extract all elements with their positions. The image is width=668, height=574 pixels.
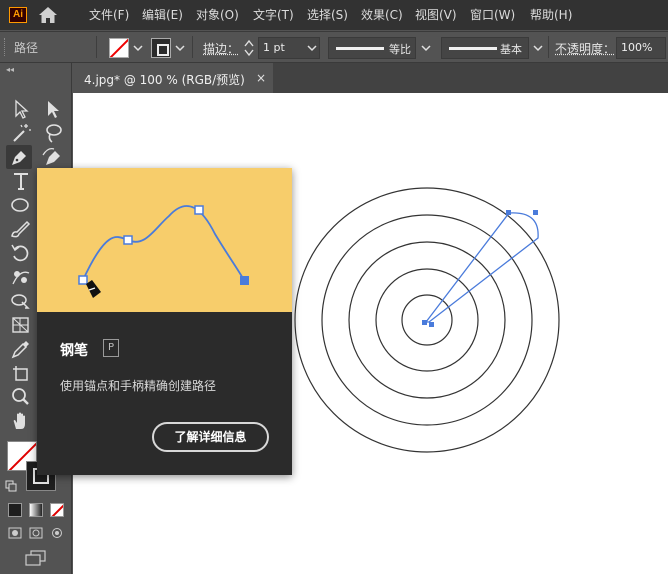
- draw-normal-icon[interactable]: [8, 527, 22, 539]
- draw-inside-icon[interactable]: [50, 527, 64, 539]
- opacity-label[interactable]: 不透明度：: [555, 40, 615, 57]
- brush-chevron-icon[interactable]: [531, 39, 545, 57]
- divider: [548, 36, 549, 58]
- profile-line-preview: [336, 47, 384, 50]
- menu-select[interactable]: 选择(S): [307, 6, 348, 24]
- menu-effect[interactable]: 效果(C): [361, 6, 403, 24]
- menu-edit[interactable]: 编辑(E): [142, 6, 183, 24]
- pen-path: [426, 213, 538, 322]
- profile-chevron-icon[interactable]: [419, 39, 433, 57]
- tooltip-description: 使用锚点和手柄精确创建路径: [60, 377, 216, 394]
- brush-line-preview: [449, 47, 497, 50]
- stroke-label[interactable]: 描边：: [203, 40, 239, 57]
- magic-wand-tool-icon[interactable]: [8, 121, 34, 145]
- variable-width-profile-label: 等比: [389, 41, 411, 57]
- selection-tool-icon[interactable]: [8, 97, 34, 121]
- illustration-anchor: [79, 276, 87, 284]
- shape-builder-tool-icon[interactable]: [8, 289, 34, 313]
- direct-selection-tool-icon[interactable]: [40, 97, 66, 121]
- lasso-tool-icon[interactable]: [40, 121, 66, 145]
- menu-type[interactable]: 文字(T): [253, 6, 294, 24]
- rotate-tool-icon[interactable]: [8, 241, 34, 265]
- document-tab-title: 4.jpg* @ 100 % (RGB/预览): [84, 71, 245, 88]
- stroke-weight-stepper[interactable]: [243, 38, 255, 58]
- selection-type-label: 路径: [14, 39, 38, 56]
- illustration-anchor: [124, 236, 132, 244]
- menu-help[interactable]: 帮助(H): [530, 6, 572, 24]
- close-tab-icon[interactable]: ×: [256, 71, 266, 85]
- stroke-color-swatch[interactable]: [151, 38, 171, 58]
- curvature-tool-icon[interactable]: [40, 145, 66, 169]
- hand-tool-icon[interactable]: [8, 409, 34, 433]
- divider: [192, 36, 193, 58]
- menu-view[interactable]: 视图(V): [415, 6, 457, 24]
- divider: [96, 36, 97, 58]
- illustration-anchor: [195, 206, 203, 214]
- gradient-mode-button[interactable]: [29, 503, 43, 517]
- tooltip-title: 钢笔: [60, 340, 88, 360]
- paintbrush-tool-icon[interactable]: [8, 217, 34, 241]
- artboard-tool-icon[interactable]: [8, 361, 34, 385]
- opacity-input[interactable]: 100%: [616, 37, 666, 59]
- pen-tool-tooltip: 钢笔 P 使用锚点和手柄精确创建路径 了解详细信息: [37, 168, 292, 475]
- menu-file[interactable]: 文件(F): [89, 6, 129, 24]
- learn-more-button[interactable]: 了解详细信息: [152, 422, 269, 452]
- menu-object[interactable]: 对象(O): [196, 6, 239, 24]
- perspective-grid-tool-icon[interactable]: [8, 313, 34, 337]
- menu-window[interactable]: 窗口(W): [470, 6, 515, 24]
- menu-bar: Ai 文件(F) 编辑(E) 对象(O) 文字(T) 选择(S) 效果(C) 视…: [0, 0, 668, 30]
- brush-definition-select[interactable]: 基本: [441, 37, 529, 59]
- document-tab[interactable]: 4.jpg* @ 100 % (RGB/预览) ×: [73, 63, 273, 93]
- change-screen-mode-icon[interactable]: [24, 549, 48, 567]
- stroke-dropdown-chevron-icon[interactable]: [173, 39, 187, 57]
- eyedropper-tool-icon[interactable]: [8, 337, 34, 361]
- pen-tool-icon[interactable]: [6, 145, 32, 169]
- none-mode-button[interactable]: [50, 503, 64, 517]
- control-bar: 路径 描边： 1 pt 等比 基本 不透明度： 100%: [0, 31, 668, 63]
- type-tool-icon[interactable]: [8, 169, 34, 193]
- fill-dropdown-chevron-icon[interactable]: [131, 39, 145, 57]
- brush-definition-label: 基本: [500, 41, 522, 57]
- ellipse-tool-icon[interactable]: [8, 193, 34, 217]
- illustration-anchor-selected: [240, 276, 249, 285]
- collapse-toolbar-icon[interactable]: ◂◂: [6, 65, 14, 74]
- variable-width-profile-select[interactable]: 等比: [328, 37, 416, 59]
- document-tab-strip: 4.jpg* @ 100 % (RGB/预览) ×: [73, 63, 668, 93]
- tooltip-illustration: [37, 168, 292, 312]
- zoom-tool-icon[interactable]: [8, 385, 34, 409]
- panel-grip[interactable]: [4, 38, 6, 56]
- pen-cursor-icon: [86, 280, 101, 298]
- draw-behind-icon[interactable]: [29, 527, 43, 539]
- puppet-warp-tool-icon[interactable]: [8, 265, 34, 289]
- home-icon[interactable]: [38, 6, 58, 24]
- color-mode-button[interactable]: [8, 503, 22, 517]
- stroke-weight-chevron-icon[interactable]: [305, 39, 319, 57]
- swap-fill-stroke-icon[interactable]: [5, 480, 17, 492]
- tooltip-shortcut-key: P: [103, 339, 119, 357]
- illustrator-logo-icon: Ai: [9, 7, 27, 23]
- fill-color-swatch[interactable]: [109, 38, 129, 58]
